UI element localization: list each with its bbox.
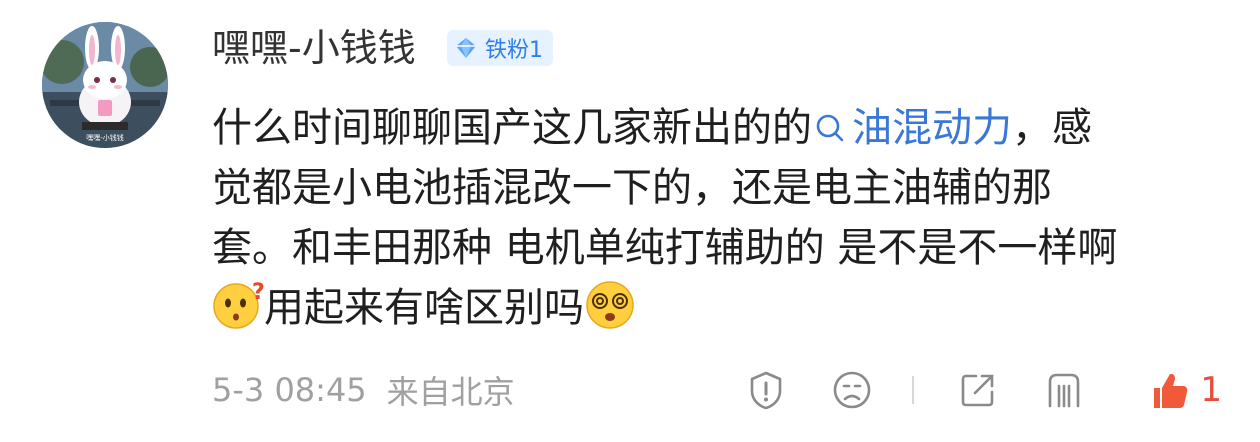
- diamond-icon: [456, 38, 476, 58]
- topic-link[interactable]: 油混动力: [812, 105, 1012, 151]
- comment-line-3: 套。和丰田那种 电机单纯打辅助的 是不是不一样啊: [212, 225, 1118, 271]
- comment-text: 什么时间聊聊国产这几家新出的的 油混动力，感 觉都是小电池插混改一下的，还是电主油…: [212, 98, 1222, 338]
- dislike-icon[interactable]: [830, 368, 874, 412]
- svg-text:?: ?: [252, 280, 264, 305]
- badge-label: 铁粉1: [485, 38, 543, 63]
- comment-text-segment: 用起来有啥区别吗: [264, 285, 584, 331]
- rabbit-avatar-image: 嘿嘿-小钱钱: [42, 22, 168, 148]
- username[interactable]: 嘿嘿-小钱钱: [212, 22, 416, 74]
- topic-label: 油混动力: [852, 105, 1012, 151]
- comment-line-4: ? 用起来有啥区别吗: [212, 278, 1222, 338]
- avatar[interactable]: 嘿嘿-小钱钱: [42, 22, 168, 148]
- like-icon[interactable]: [1148, 368, 1192, 412]
- comment-footer: 5-3 08:45 来自北京 1: [212, 366, 1222, 414]
- location: 来自北京: [386, 373, 515, 411]
- search-icon: [816, 114, 844, 142]
- action-divider: [912, 376, 915, 404]
- comment-actions: 1: [744, 366, 1222, 414]
- dizzy-emoji: [586, 281, 634, 329]
- fan-badge[interactable]: 铁粉1: [447, 30, 553, 66]
- svg-text:嘿嘿-小钱钱: 嘿嘿-小钱钱: [86, 133, 124, 142]
- like-count: 1: [1200, 370, 1222, 410]
- confused-emoji: ?: [213, 280, 264, 329]
- comment-text-segment: 什么时间聊聊国产这几家新出的的: [212, 105, 812, 151]
- comment-line-2: 觉都是小电池插混改一下的，还是电主油辅的那: [212, 165, 1052, 211]
- share-icon[interactable]: [956, 368, 1000, 412]
- comment-list-icon[interactable]: [1042, 368, 1086, 412]
- comment-line-1: 什么时间聊聊国产这几家新出的的 油混动力，感: [212, 98, 1222, 158]
- report-icon[interactable]: [744, 368, 788, 412]
- timestamp: 5-3 08:45: [212, 371, 367, 409]
- comment-text-segment: ，感: [1012, 105, 1092, 151]
